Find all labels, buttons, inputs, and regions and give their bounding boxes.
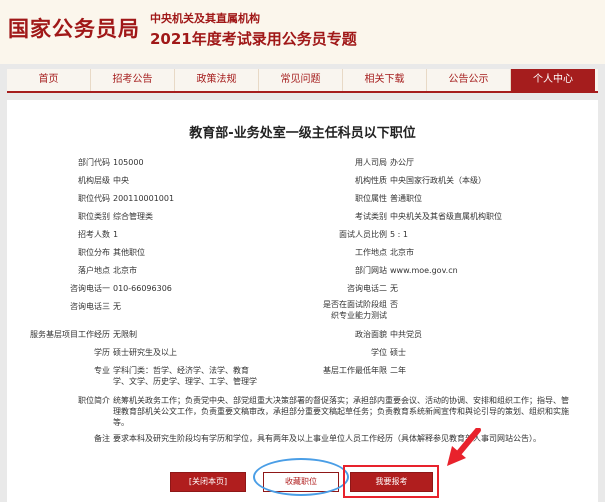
value-interview-ratio: 5 : 1 <box>390 230 408 239</box>
value-education: 硕士研究生及以上 <box>113 348 177 357</box>
value-major: 学科门类：哲学、经济学、法学、教育学、文学、历史学、理学、工学、管理学 <box>113 366 257 386</box>
label-education: 学历 <box>94 348 110 357</box>
label-position-category: 职位类别 <box>78 212 110 221</box>
label-degree: 学位 <box>371 348 387 357</box>
close-page-button[interactable]: [关闭本页] <box>170 472 246 492</box>
nav-item-announcements[interactable]: 招考公告 <box>91 69 175 91</box>
label-professional-test: 是否在面试阶段组织专业能力测试 <box>323 300 387 320</box>
value-department-website[interactable]: www.moe.gov.cn <box>390 265 458 276</box>
label-position-distribution: 职位分布 <box>78 248 110 257</box>
label-exam-category: 考试类别 <box>355 212 387 221</box>
label-job-description: 职位简介 <box>78 396 110 405</box>
label-position-code: 职位代码 <box>78 194 110 203</box>
value-position-code: 200110001001 <box>113 194 175 203</box>
label-org-level: 机构层级 <box>78 176 110 185</box>
red-arrow-icon <box>447 428 481 466</box>
label-hukou-location: 落户地点 <box>78 266 110 275</box>
label-min-years: 基层工作最低年限 <box>323 366 387 375</box>
label-phone-3: 咨询电话三 <box>70 302 110 311</box>
nav-item-faq[interactable]: 常见问题 <box>259 69 343 91</box>
label-interview-ratio: 面试人员比例 <box>339 230 387 239</box>
value-phone-3: 无 <box>113 302 121 311</box>
value-position-category: 综合管理类 <box>113 212 153 221</box>
nav-item-downloads[interactable]: 相关下载 <box>343 69 427 91</box>
value-org-level: 中央 <box>113 176 129 185</box>
label-remark: 备注 <box>94 434 110 443</box>
nav-item-policy[interactable]: 政策法规 <box>175 69 259 91</box>
value-grassroots-service: 无限制 <box>113 330 137 339</box>
value-degree: 硕士 <box>390 348 406 357</box>
value-org-nature: 中央国家行政机关（本级） <box>390 176 486 185</box>
apply-highlight-box <box>343 465 439 498</box>
label-department-website: 部门网站 <box>355 266 387 275</box>
value-hiring-bureau: 办公厅 <box>390 158 414 167</box>
value-department-code: 105000 <box>113 158 144 167</box>
value-political-status: 中共党员 <box>390 330 422 339</box>
label-hiring-bureau: 用人司局 <box>355 158 387 167</box>
favorite-highlight-ring <box>253 458 349 496</box>
value-recruit-count: 1 <box>113 230 119 239</box>
value-phone-1: 010-66096306 <box>113 284 172 293</box>
value-hukou-location: 北京市 <box>113 266 137 275</box>
value-exam-category: 中央机关及其省级直属机构职位 <box>390 212 502 221</box>
label-major: 专业 <box>94 366 110 375</box>
label-phone-1: 咨询电话一 <box>70 284 110 293</box>
value-position-attribute: 普通职位 <box>390 194 422 203</box>
main-nav: 首页 招考公告 政策法规 常见问题 相关下载 公告公示 个人中心 <box>7 69 598 93</box>
header-subtitle-org: 中央机关及其直属机构 <box>150 12 260 25</box>
value-phone-2: 无 <box>390 284 398 293</box>
nav-item-personal-center[interactable]: 个人中心 <box>511 69 595 91</box>
label-political-status: 政治面貌 <box>355 330 387 339</box>
label-work-location: 工作地点 <box>355 248 387 257</box>
value-min-years: 二年 <box>390 366 406 375</box>
label-position-attribute: 职位属性 <box>355 194 387 203</box>
site-header: 国家公务员局 中央机关及其直属机构 2021年度考试录用公务员专题 <box>0 0 605 64</box>
position-detail-panel: 教育部-业务处室一级主任科员以下职位 部门代码 105000 机构层级 中央 职… <box>7 100 598 502</box>
label-org-nature: 机构性质 <box>355 176 387 185</box>
value-job-description: 统筹机关政务工作；负责党中央、部党组重大决策部署的督促落实；承担部内重要会议、活… <box>113 396 569 427</box>
value-work-location: 北京市 <box>390 248 414 257</box>
header-subtitle-topic: 2021年度考试录用公务员专题 <box>150 30 357 48</box>
value-professional-test: 否 <box>390 300 398 309</box>
label-department-code: 部门代码 <box>78 158 110 167</box>
label-recruit-count: 招考人数 <box>78 230 110 239</box>
value-remark: 要求本科及研究生阶段均有学历和学位，具有两年及以上事业单位人员工作经历（具体解释… <box>113 434 541 443</box>
position-title: 教育部-业务处室一级主任科员以下职位 <box>189 126 416 141</box>
label-grassroots-service: 服务基层项目工作经历 <box>30 330 110 339</box>
site-logo[interactable]: 国家公务员局 <box>8 13 140 43</box>
nav-item-notices[interactable]: 公告公示 <box>427 69 511 91</box>
value-position-distribution: 其他职位 <box>113 248 145 257</box>
nav-item-home[interactable]: 首页 <box>7 69 91 91</box>
label-phone-2: 咨询电话二 <box>347 284 387 293</box>
